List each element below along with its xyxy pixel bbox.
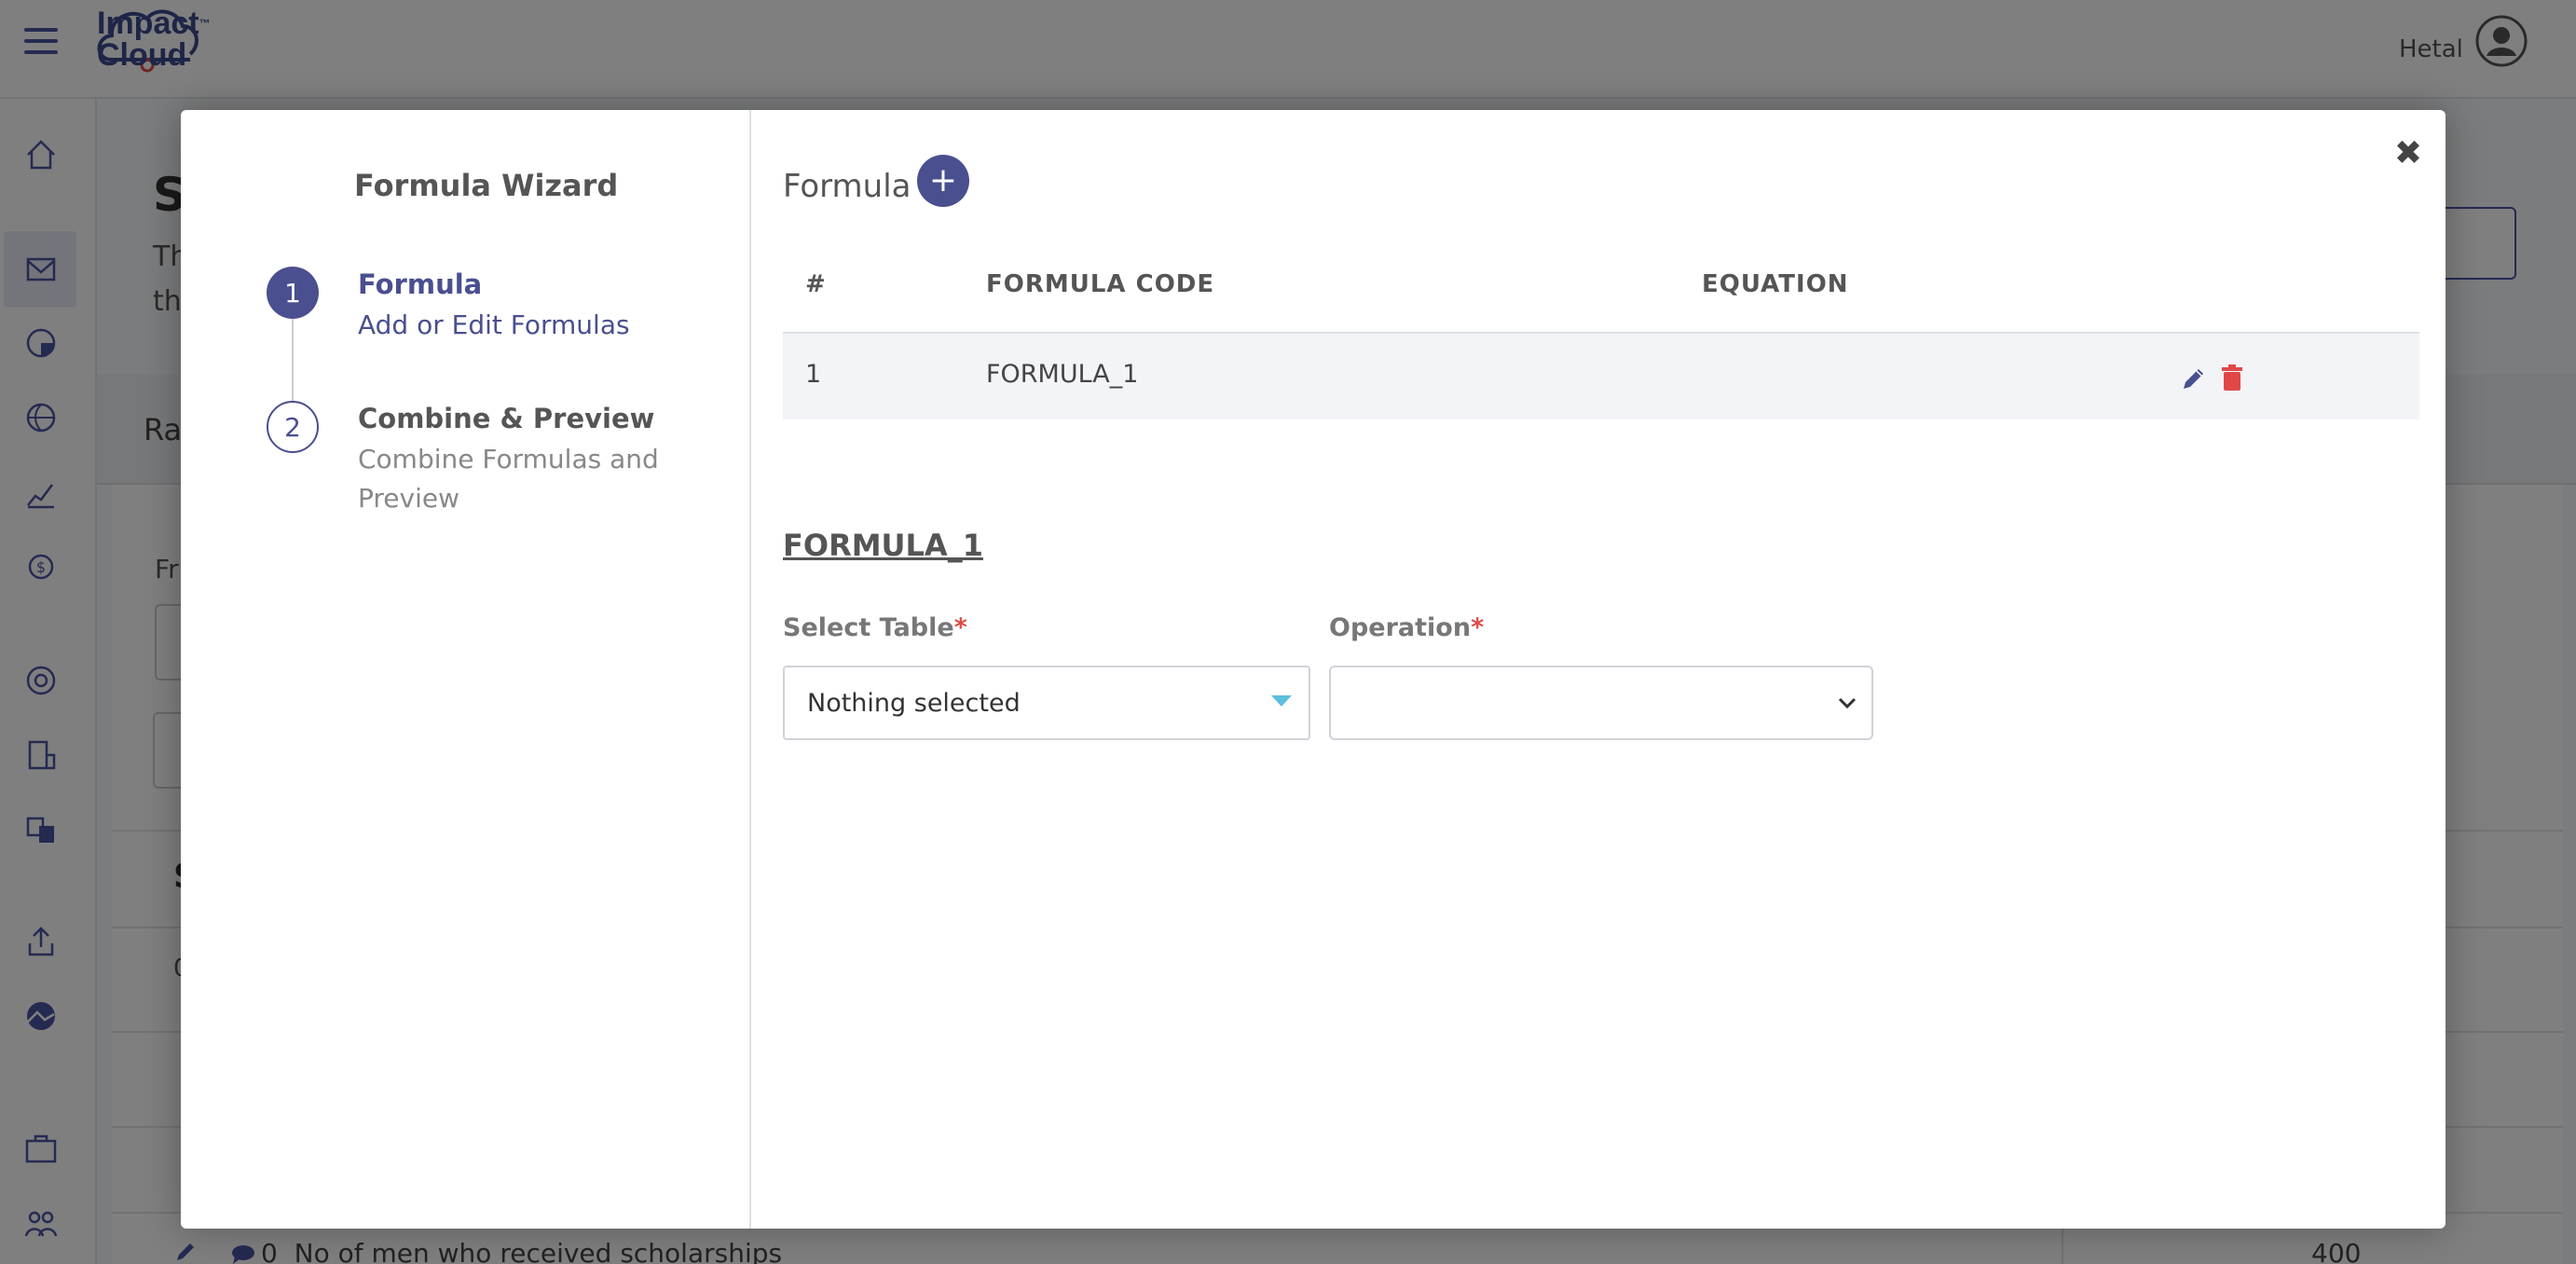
- close-modal-button[interactable]: ✖: [2386, 131, 2431, 175]
- caret-down-icon: [1271, 695, 1292, 707]
- step-2-description: Combine Formulas and Preview: [358, 444, 659, 514]
- select-table-label-text: Select Table: [783, 613, 954, 642]
- operation-select[interactable]: [1329, 666, 1873, 740]
- wizard-steps-pane: Formula Wizard 1 Formula Add or Edit For…: [181, 110, 751, 1229]
- add-formula-button[interactable]: +: [917, 155, 969, 207]
- step-1-description: Add or Edit Formulas: [358, 309, 630, 340]
- step-1-title[interactable]: Formula: [358, 268, 482, 300]
- required-asterisk: *: [1471, 613, 1485, 642]
- operation-label: Operation*: [1329, 613, 1484, 642]
- formula-editor-pane: Formula + ✖ # FORMULA CODE EQUATION 1 FO…: [753, 110, 2446, 1229]
- table-row[interactable]: 1 FORMULA_1: [783, 334, 2419, 419]
- select-table-label: Select Table*: [783, 613, 967, 642]
- select-table-dropdown[interactable]: Nothing selected: [783, 666, 1310, 740]
- select-table-value: Nothing selected: [807, 688, 1021, 718]
- pencil-icon[interactable]: [2181, 365, 2207, 392]
- column-header-formula-code: FORMULA CODE: [986, 270, 1215, 298]
- wizard-title: Formula Wizard: [354, 168, 619, 203]
- step-2-badge[interactable]: 2: [267, 401, 319, 453]
- step-connector: [292, 319, 294, 401]
- row-formula-code: FORMULA_1: [986, 360, 1139, 389]
- column-header-index: #: [805, 270, 827, 298]
- column-header-equation: EQUATION: [1702, 270, 1849, 298]
- current-formula-heading: FORMULA_1: [783, 528, 983, 563]
- formula-wizard-modal: Formula Wizard 1 Formula Add or Edit For…: [181, 110, 2446, 1229]
- trash-icon[interactable]: [2220, 364, 2244, 392]
- chevron-down-icon: [1838, 697, 1857, 709]
- row-index: 1: [805, 360, 822, 389]
- required-asterisk: *: [953, 613, 967, 642]
- step-2-title[interactable]: Combine & Preview: [358, 403, 654, 434]
- operation-label-text: Operation: [1329, 613, 1472, 642]
- step-1-badge[interactable]: 1: [267, 267, 319, 319]
- formula-section-title: Formula: [783, 168, 911, 205]
